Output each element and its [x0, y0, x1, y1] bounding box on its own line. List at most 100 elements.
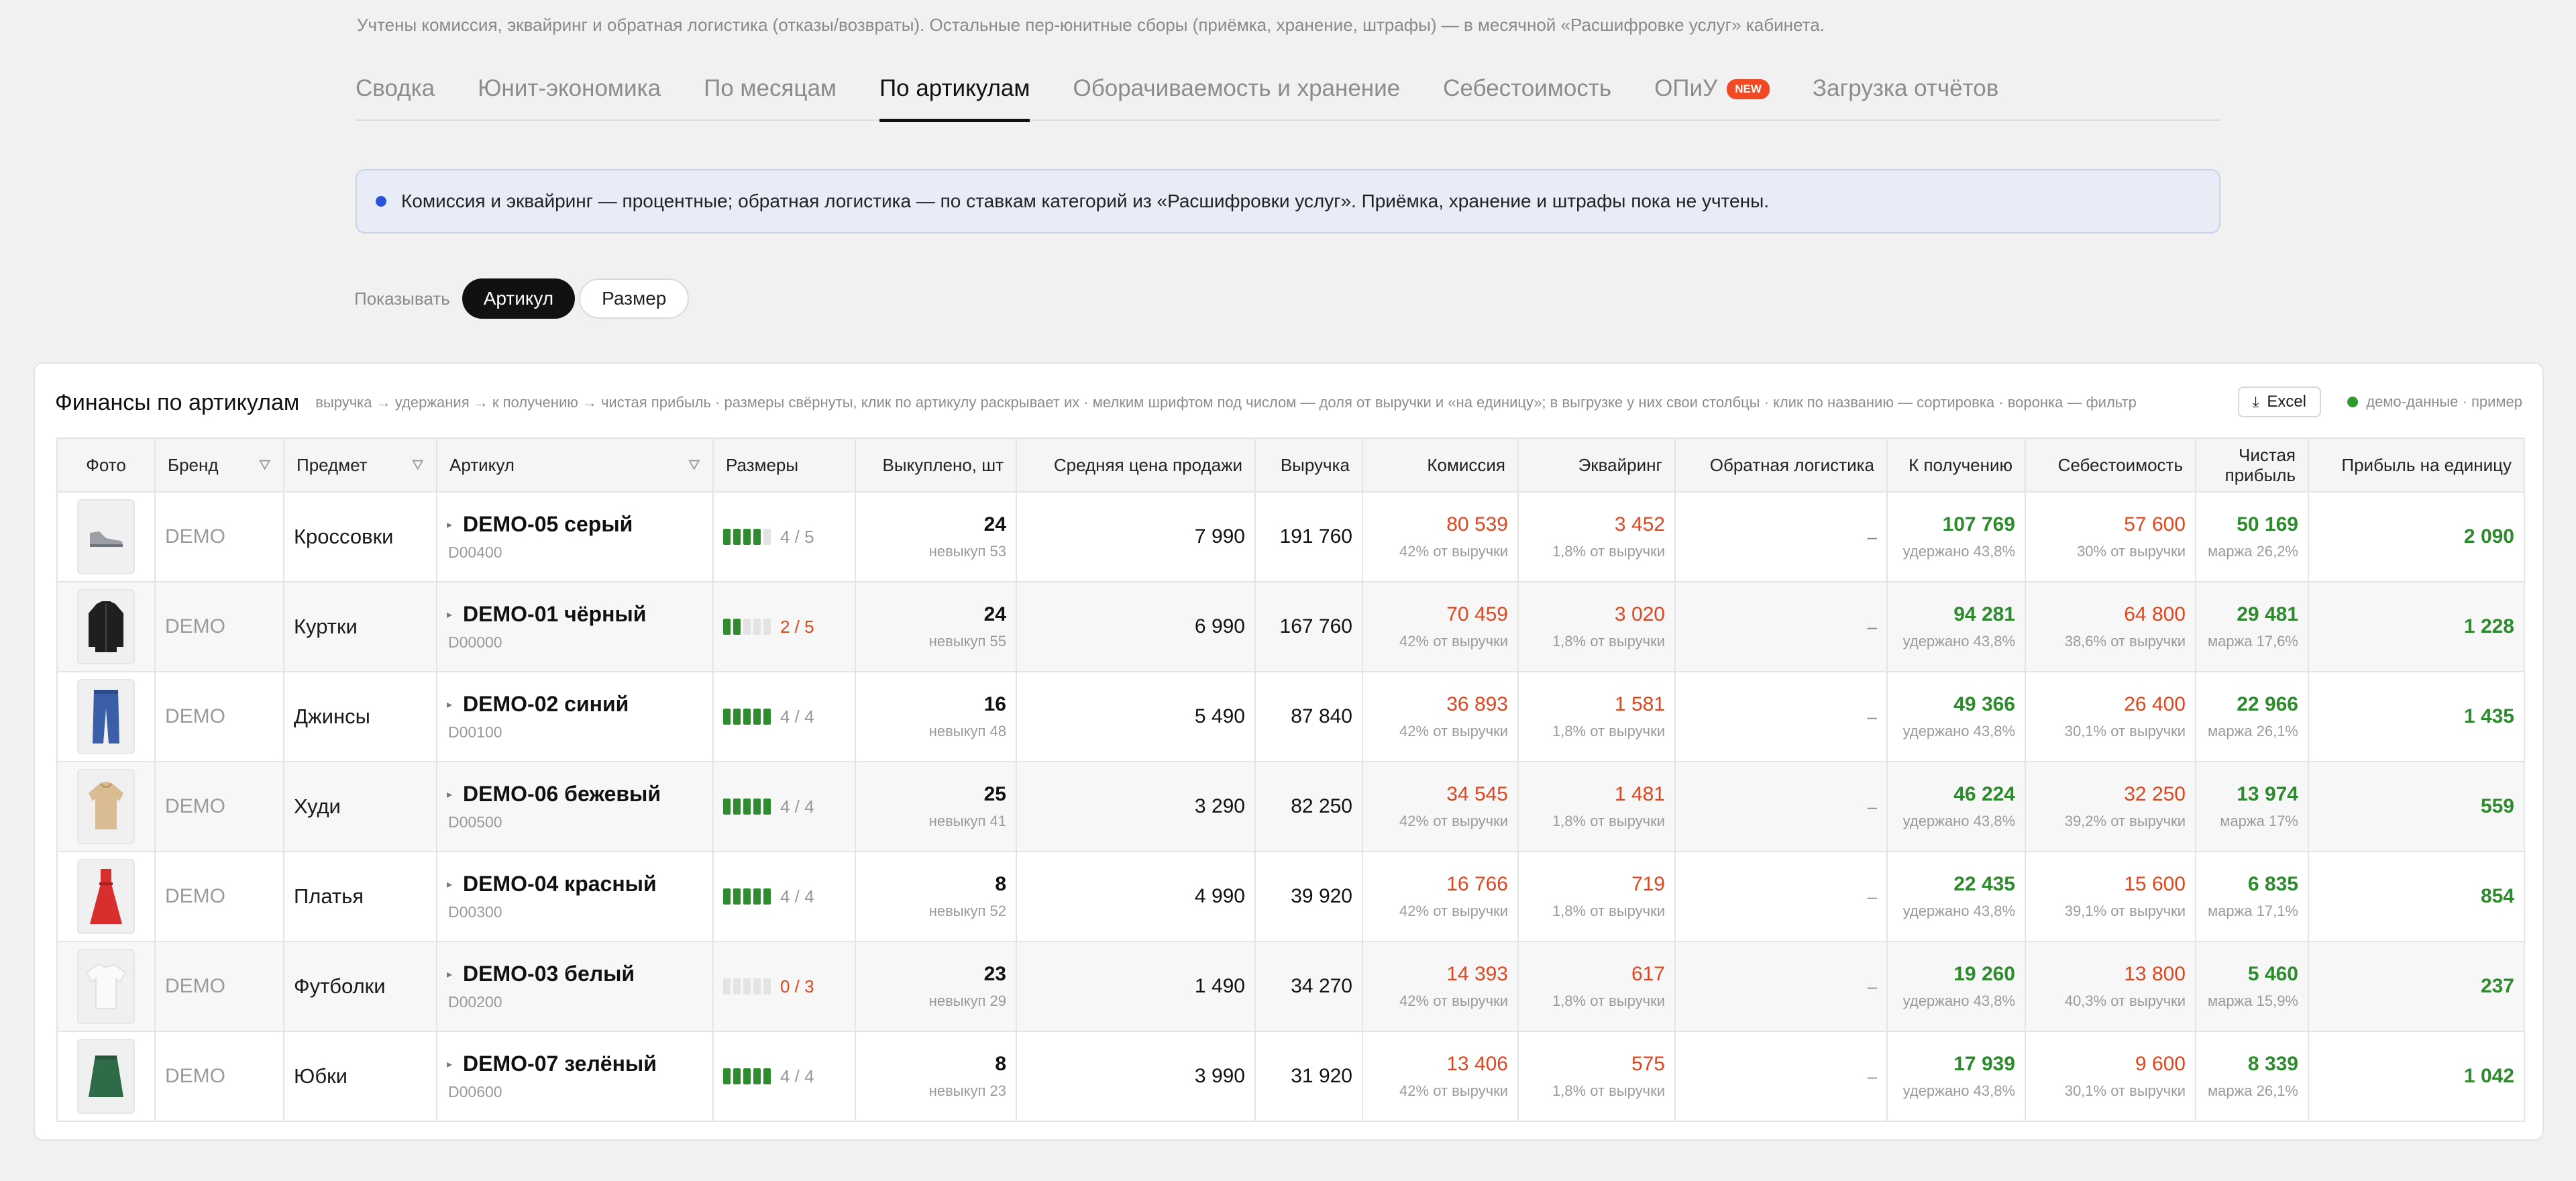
expand-triangle-icon[interactable]: ▸	[447, 878, 452, 891]
avg-price-cell: 6 990	[1016, 581, 1256, 672]
filter-icon[interactable]: ⛛	[412, 456, 424, 474]
article-cell[interactable]: ▸ DEMO-04 красный D00300	[436, 851, 714, 942]
expand-triangle-icon[interactable]: ▸	[447, 1058, 452, 1071]
article-name[interactable]: DEMO-01 чёрный	[463, 602, 646, 627]
col-subject[interactable]: Предмет ⛛	[283, 438, 437, 493]
net-profit-cell: 13 974 маржа 17%	[2195, 761, 2309, 852]
sizes-cell: 0 / 3	[712, 941, 856, 1032]
article-cell[interactable]: ▸ DEMO-03 белый D00200	[436, 941, 714, 1032]
table-row[interactable]: DEMO Юбки ▸ DEMO-07 зелёный D00600 4 / 4 …	[56, 1031, 2525, 1122]
col-net-profit[interactable]: Чистая прибыль	[2195, 438, 2309, 493]
cost-cell: 9 600 30,1% от выручки	[2025, 1031, 2196, 1122]
col-unit-profit[interactable]: Прибыль на единицу	[2308, 438, 2525, 493]
tab-unit-economics[interactable]: Юнит-экономика	[478, 63, 661, 121]
excel-export-button[interactable]: ⤓ Excel	[2237, 387, 2321, 417]
table-row[interactable]: DEMO Куртки ▸ DEMO-01 чёрный D00000 2 / 5…	[56, 581, 2525, 672]
subject-cell: Юбки	[283, 1031, 437, 1122]
subject-cell: Куртки	[283, 581, 437, 672]
article-cell[interactable]: ▸ DEMO-07 зелёный D00600	[436, 1031, 714, 1122]
filter-icon[interactable]: ⛛	[688, 456, 700, 474]
view-article-button[interactable]: Артикул	[462, 278, 576, 319]
tab-label: Оборачиваемость и хранение	[1073, 75, 1401, 101]
col-article[interactable]: Артикул ⛛	[436, 438, 714, 493]
brand-cell: DEMO	[154, 671, 284, 762]
col-payout[interactable]: К получению	[1886, 438, 2026, 493]
acquiring-cell: 1 581 1,8% от выручки	[1517, 671, 1676, 762]
filter-icon[interactable]: ⛛	[259, 456, 271, 474]
avg-price-cell: 3 990	[1016, 1031, 1256, 1122]
finance-card: Финансы по артикулам выручка → удержания…	[34, 362, 2544, 1141]
payout-cell: 17 939 удержано 43,8%	[1886, 1031, 2026, 1122]
cost-cell: 13 800 40,3% от выручки	[2025, 941, 2196, 1032]
payout-cell: 49 366 удержано 43,8%	[1886, 671, 2026, 762]
table-header-row: Фото Бренд ⛛ Предмет ⛛ Артикул ⛛ Размеры Вы…	[56, 438, 2525, 493]
table-row[interactable]: DEMO Худи ▸ DEMO-06 бежевый D00500 4 / 4 …	[56, 761, 2525, 852]
info-text: Комиссия и эквайринг — процентные; обрат…	[401, 191, 1769, 211]
photo-cell	[56, 581, 156, 672]
size-coverage-bars	[723, 619, 771, 635]
brand-cell: DEMO	[154, 1031, 284, 1122]
col-cost[interactable]: Себестоимость	[2025, 438, 2196, 493]
col-avg-price[interactable]: Средняя цена продажи	[1016, 438, 1256, 493]
tab-label: По артикулам	[879, 75, 1030, 101]
article-name[interactable]: DEMO-07 зелёный	[463, 1051, 657, 1076]
tab-bar: Сводка Юнит-экономика По месяцам По арти…	[356, 63, 2220, 122]
col-commission[interactable]: Комиссия	[1362, 438, 1519, 493]
table-row[interactable]: DEMO Платья ▸ DEMO-04 красный D00300 4 / …	[56, 851, 2525, 942]
tab-by-articles[interactable]: По артикулам	[879, 63, 1030, 122]
article-name[interactable]: DEMO-03 белый	[463, 962, 635, 986]
col-photo: Фото	[56, 438, 156, 493]
expand-triangle-icon[interactable]: ▸	[447, 788, 452, 801]
article-cell[interactable]: ▸ DEMO-05 серый D00400	[436, 491, 714, 582]
acquiring-cell: 3 452 1,8% от выручки	[1517, 491, 1676, 582]
tab-upload-reports[interactable]: Загрузка отчётов	[1813, 63, 1998, 121]
avg-price-cell: 1 490	[1016, 941, 1256, 1032]
article-cell[interactable]: ▸ DEMO-02 синий D00100	[436, 671, 714, 762]
payout-cell: 107 769 удержано 43,8%	[1886, 491, 2026, 582]
article-name[interactable]: DEMO-05 серый	[463, 512, 633, 537]
net-profit-cell: 50 169 маржа 26,2%	[2195, 491, 2309, 582]
cost-cell: 26 400 30,1% от выручки	[2025, 671, 2196, 762]
sneaker-icon	[77, 499, 135, 574]
article-code: D00400	[448, 544, 502, 561]
tab-turnover-storage[interactable]: Оборачиваемость и хранение	[1073, 63, 1400, 121]
size-coverage-bars	[723, 529, 771, 545]
article-cell[interactable]: ▸ DEMO-06 бежевый D00500	[436, 761, 714, 852]
col-acquiring[interactable]: Эквайринг	[1517, 438, 1676, 493]
expand-triangle-icon[interactable]: ▸	[447, 698, 452, 711]
article-code: D00200	[448, 993, 502, 1011]
demo-note-text: демо-данные · пример	[2366, 393, 2522, 410]
view-size-button[interactable]: Размер	[579, 278, 690, 319]
expand-triangle-icon[interactable]: ▸	[447, 518, 452, 531]
table-row[interactable]: DEMO Кроссовки ▸ DEMO-05 серый D00400 4 /…	[56, 491, 2525, 582]
col-sold[interactable]: Выкуплено, шт	[855, 438, 1017, 493]
skirt-icon	[77, 1039, 135, 1114]
info-banner: Комиссия и эквайринг — процентные; обрат…	[356, 169, 2220, 234]
acquiring-cell: 1 481 1,8% от выручки	[1517, 761, 1676, 852]
tab-by-months[interactable]: По месяцам	[704, 63, 837, 121]
expand-triangle-icon[interactable]: ▸	[447, 608, 452, 621]
commission-cell: 16 766 42% от выручки	[1362, 851, 1519, 942]
commission-cell: 13 406 42% от выручки	[1362, 1031, 1519, 1122]
tab-cost-price[interactable]: Себестоимость	[1443, 63, 1611, 121]
table-row[interactable]: DEMO Джинсы ▸ DEMO-02 синий D00100 4 / 4 …	[56, 671, 2525, 762]
tab-pnl[interactable]: ОПиУ NEW	[1654, 63, 1770, 121]
payout-cell: 19 260 удержано 43,8%	[1886, 941, 2026, 1032]
photo-cell	[56, 491, 156, 582]
view-toggle: Показывать Артикул Размер	[354, 278, 693, 319]
col-sizes[interactable]: Размеры	[712, 438, 856, 493]
col-return-logistics[interactable]: Обратная логистика	[1674, 438, 1888, 493]
col-brand[interactable]: Бренд ⛛	[154, 438, 284, 493]
revenue-cell: 34 270	[1254, 941, 1363, 1032]
table-row[interactable]: DEMO Футболки ▸ DEMO-03 белый D00200 0 / …	[56, 941, 2525, 1032]
col-revenue[interactable]: Выручка	[1254, 438, 1363, 493]
article-name[interactable]: DEMO-02 синий	[463, 692, 629, 717]
article-cell[interactable]: ▸ DEMO-01 чёрный D00000	[436, 581, 714, 672]
tab-summary[interactable]: Сводка	[356, 63, 435, 121]
return-logistics-cell: –	[1674, 581, 1888, 672]
article-name[interactable]: DEMO-04 красный	[463, 872, 657, 896]
sizes-cell: 4 / 5	[712, 491, 856, 582]
expand-triangle-icon[interactable]: ▸	[447, 968, 452, 981]
article-name[interactable]: DEMO-06 бежевый	[463, 782, 661, 807]
net-profit-cell: 5 460 маржа 15,9%	[2195, 941, 2309, 1032]
